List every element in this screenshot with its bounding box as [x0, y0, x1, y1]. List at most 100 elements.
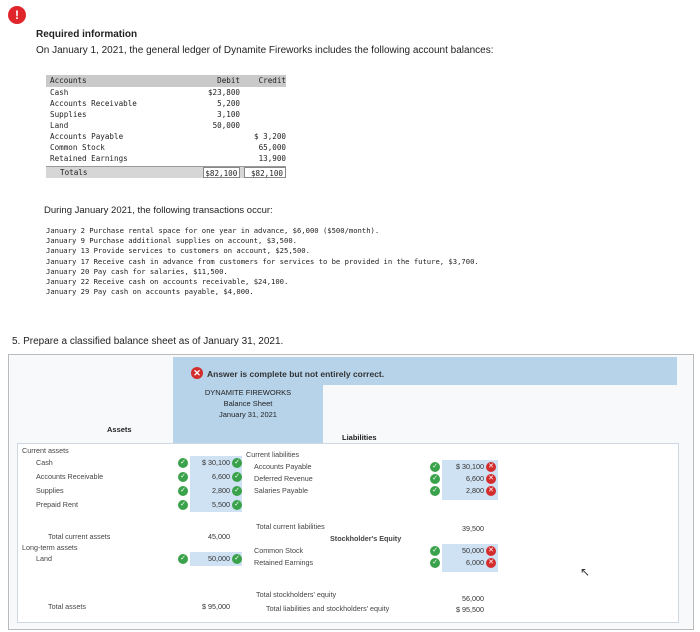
sheet-title: Balance Sheet: [223, 399, 273, 408]
transaction-item: January 29 Pay cash on accounts payable,…: [46, 287, 254, 297]
current-assets-label: Current assets: [22, 446, 69, 455]
liabilities-header: Liabilities: [342, 433, 377, 442]
mouse-cursor-icon: ↖: [580, 565, 591, 579]
land-amount: 50,000: [208, 554, 230, 563]
banner-text: Answer is complete but not entirely corr…: [207, 369, 385, 379]
retained-earnings-amount: 6,000: [466, 558, 484, 567]
retained-earnings-label: Retained Earnings: [254, 558, 314, 567]
ar-label: Accounts Receivable: [36, 472, 104, 481]
total-equity-amount: 56,000: [462, 594, 484, 603]
cross-icon: ✕: [486, 558, 496, 568]
total-current-liabilities-amount: 39,500: [462, 524, 484, 533]
check-icon: ✓: [178, 554, 188, 564]
ledger-debit: 5,200: [217, 99, 240, 108]
alert-icon: !: [8, 6, 26, 24]
common-stock-amount: 50,000: [462, 546, 484, 555]
supplies-amount: 2,800: [212, 486, 230, 495]
ledger-credit: [240, 120, 286, 131]
transaction-item: January 20 Pay cash for salaries, $11,50…: [46, 266, 228, 276]
sheet-header: DYNAMITE FIREWORKS Balance Sheet January…: [173, 385, 323, 445]
transaction-item: January 22 Receive cash on accounts rece…: [46, 277, 289, 287]
cross-icon: ✕: [486, 546, 496, 556]
ledger-account: Supplies: [50, 110, 87, 119]
ledger-row: Cash $23,800: [46, 87, 286, 98]
ledger-total-credit: $82,100: [244, 167, 286, 178]
total-assets-label: Total assets: [48, 602, 86, 611]
ledger-debit: [200, 131, 240, 142]
ledger-header: Accounts Debit Credit: [46, 75, 286, 87]
prepaid-amount: 5,500: [212, 500, 230, 509]
check-icon: ✓: [178, 500, 188, 510]
ar-amount: 6,600: [212, 472, 230, 481]
current-liabilities-label: Current liabilities: [246, 450, 300, 459]
ledger-debit: 3,100: [217, 110, 240, 119]
required-title: Required information: [36, 29, 138, 40]
ledger-debit: [200, 142, 240, 153]
cross-icon: ✕: [486, 486, 496, 496]
ledger-account: Accounts Payable: [50, 132, 124, 141]
company-name: DYNAMITE FIREWORKS: [204, 388, 292, 397]
cash-amount: $ 30,100: [202, 458, 230, 467]
check-icon: ✓: [232, 486, 242, 496]
ledger-totals-label: Totals: [60, 168, 88, 177]
transactions-intro: During January 2021, the following trans…: [44, 205, 273, 216]
ledger-row: Land 50,000: [46, 120, 286, 131]
ledger-row: Accounts Payable $ 3,200: [46, 131, 286, 142]
transaction-item: January 9 Purchase additional supplies o…: [46, 236, 297, 246]
transactions-list: January 2 Purchase rental space for one …: [46, 226, 479, 297]
check-icon: ✓: [232, 458, 242, 468]
check-icon: ✓: [178, 486, 188, 496]
deferred-amount: 6,600: [466, 474, 484, 483]
answer-banner: ✕ Answer is complete but not entirely co…: [173, 357, 677, 385]
question-text: 5. Prepare a classified balance sheet as…: [12, 336, 284, 347]
long-term-assets-label: Long-term assets: [22, 543, 78, 552]
cash-label: Cash: [36, 458, 53, 467]
check-icon: ✓: [178, 472, 188, 482]
ledger-row: Accounts Receivable 5,200: [46, 98, 286, 109]
check-icon: ✓: [430, 474, 440, 484]
ledger-row: Common Stock 65,000: [46, 142, 286, 153]
ledger-header-debit: Debit: [217, 76, 240, 85]
check-icon: ✓: [430, 546, 440, 556]
ledger-debit: $23,800: [207, 88, 240, 97]
ledger-row: Supplies 3,100: [46, 109, 286, 120]
assets-header: Assets: [107, 425, 132, 434]
error-icon: ✕: [191, 367, 203, 379]
ledger-account: Cash: [50, 88, 69, 97]
ledger-total-debit: $82,100: [202, 167, 241, 178]
check-icon: ✓: [178, 458, 188, 468]
sheet-date: January 31, 2021: [219, 410, 277, 419]
ledger-account: Retained Earnings: [50, 154, 128, 163]
salaries-label: Salaries Payable: [254, 486, 308, 495]
check-icon: ✓: [430, 462, 440, 472]
total-current-liabilities-label: Total current liabilities: [256, 522, 325, 531]
ledger-account: Accounts Receivable: [50, 99, 137, 108]
ap-amount: $ 30,100: [456, 462, 484, 471]
common-stock-label: Common Stock: [254, 546, 304, 555]
total-equity-label: Total stockholders' equity: [256, 590, 337, 599]
ledger-table: Accounts Debit Credit Cash $23,800 Accoun…: [46, 75, 286, 178]
intro-text: On January 1, 2021, the general ledger o…: [36, 45, 494, 56]
transaction-item: January 17 Receive cash in advance from …: [46, 256, 479, 266]
ledger-credit: 65,000: [258, 143, 286, 152]
ledger-debit: 50,000: [212, 121, 240, 130]
deferred-label: Deferred Revenue: [254, 474, 313, 483]
cross-icon: ✕: [486, 474, 496, 484]
ledger-credit: [240, 109, 286, 120]
prepaid-label: Prepaid Rent: [36, 500, 78, 509]
transaction-item: January 13 Provide services to customers…: [46, 246, 310, 256]
ledger-account: Land: [50, 121, 69, 130]
check-icon: ✓: [430, 486, 440, 496]
ledger-row: Retained Earnings 13,900: [46, 153, 286, 164]
total-liabilities-equity-label: Total liabilities and stockholders' equi…: [266, 604, 390, 613]
cross-icon: ✕: [486, 462, 496, 472]
equity-header: Stockholder's Equity: [330, 534, 402, 543]
total-current-assets-label: Total current assets: [48, 532, 111, 541]
ledger-header-credit: Credit: [258, 76, 286, 85]
ledger-credit: [240, 87, 286, 98]
total-liabilities-equity-amount: $ 95,500: [456, 605, 484, 614]
total-current-assets-amount: 45,000: [208, 532, 230, 541]
total-assets-amount: $ 95,000: [202, 602, 230, 611]
land-label: Land: [36, 554, 52, 563]
ledger-totals-row: Totals $82,100 $82,100: [46, 166, 286, 178]
